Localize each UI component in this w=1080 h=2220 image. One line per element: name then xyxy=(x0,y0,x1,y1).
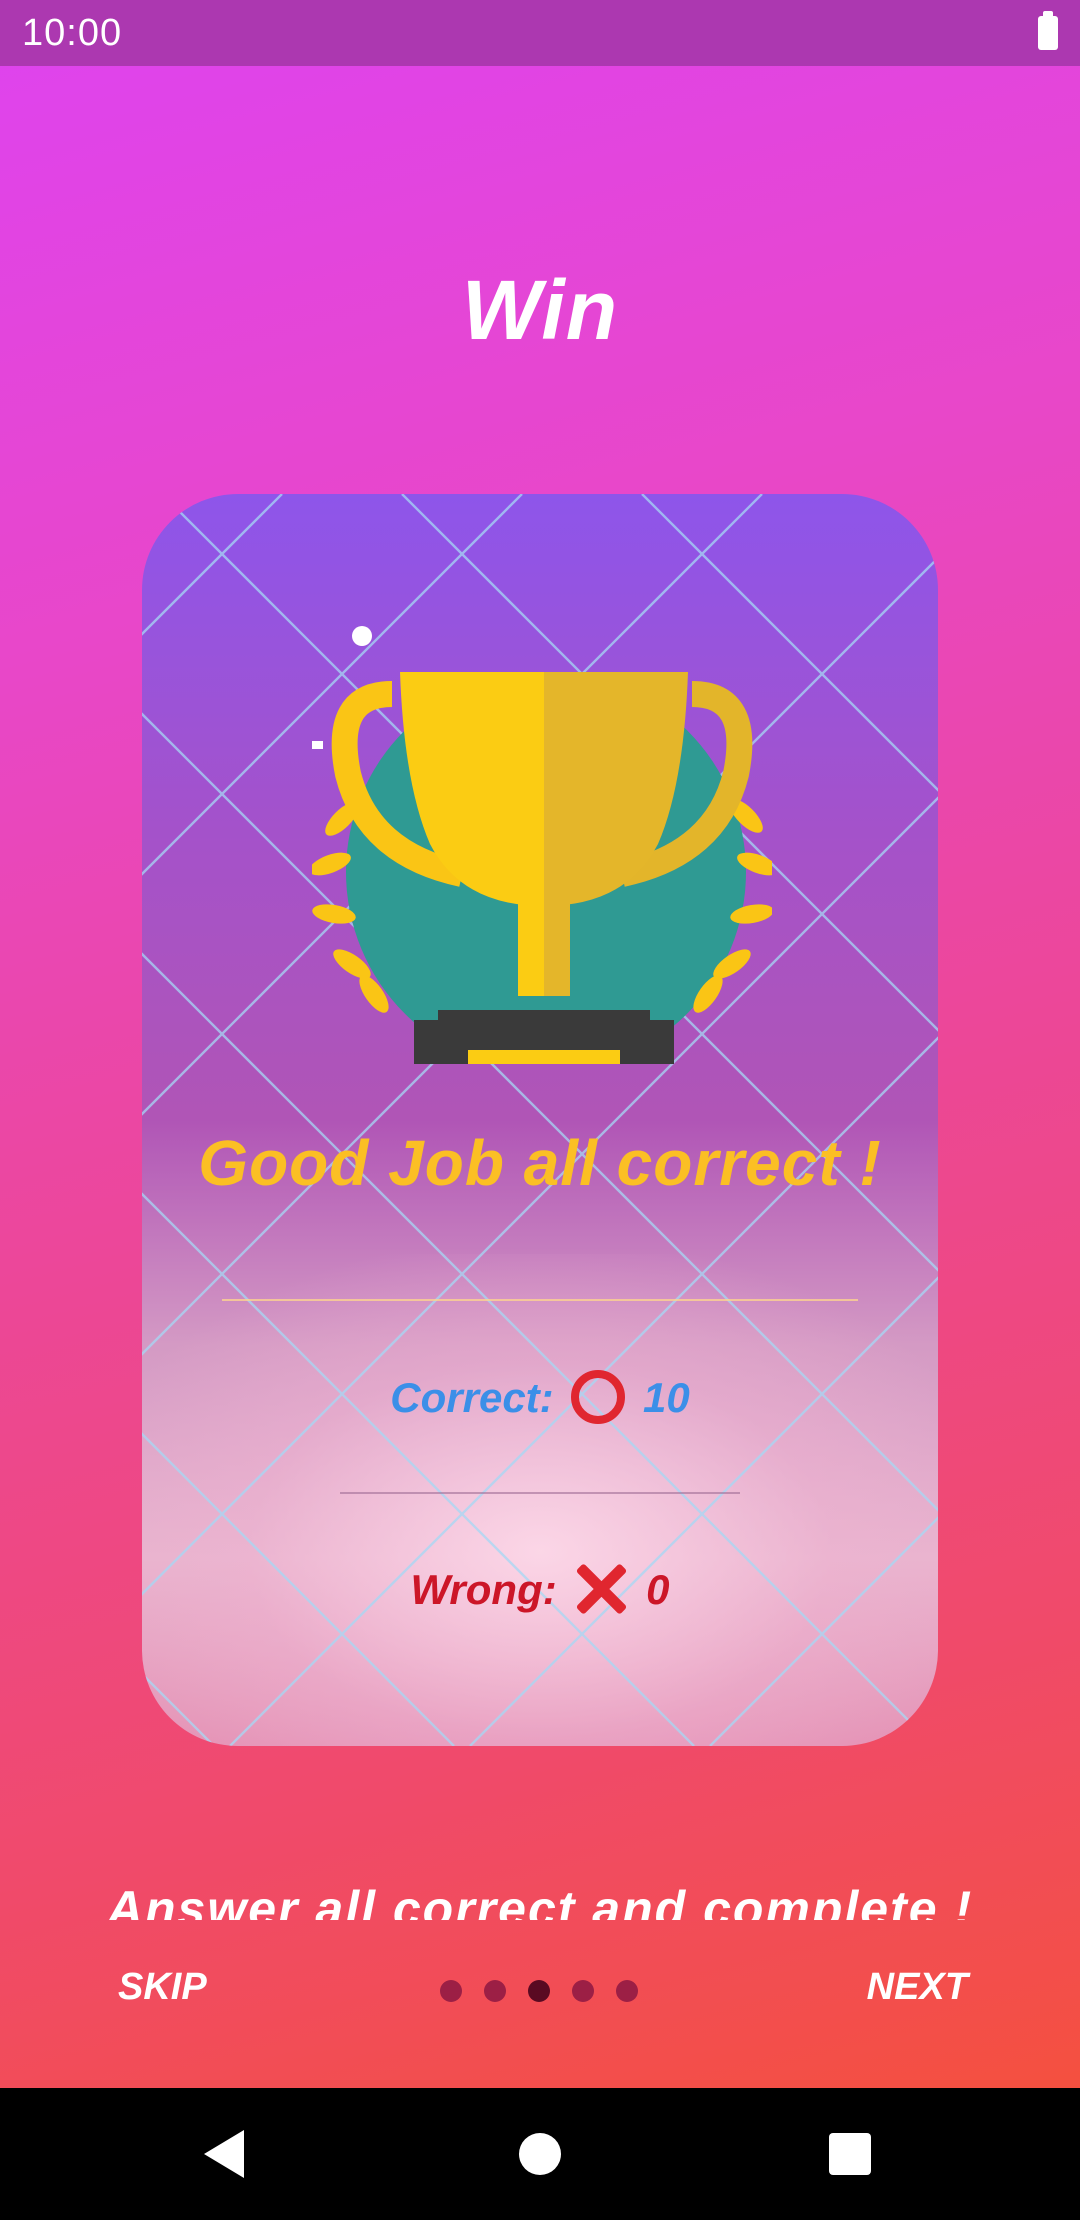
card-headline: Good Job all correct ! xyxy=(198,1127,882,1199)
next-button[interactable]: NEXT xyxy=(867,1966,968,2009)
status-time: 10:00 xyxy=(22,12,123,54)
system-navigation-bar xyxy=(0,2088,1080,2220)
wrong-label: Wrong: xyxy=(410,1566,557,1613)
result-card: Good Job all correct ! Correct: 10 Wrong… xyxy=(142,494,938,1746)
subtitle-clip: Answer all correct and complete ! xyxy=(0,1880,1080,1920)
cross-icon xyxy=(574,1562,628,1616)
battery-icon xyxy=(1038,11,1058,50)
recents-icon[interactable] xyxy=(829,2133,871,2175)
trophy-icon xyxy=(312,626,772,1064)
home-icon[interactable] xyxy=(519,2133,561,2175)
divider xyxy=(222,1299,858,1301)
divider xyxy=(340,1492,740,1494)
page-dot[interactable] xyxy=(616,1980,638,2002)
status-bar: 10:00 xyxy=(0,0,1080,66)
wrong-value: 0 xyxy=(646,1566,670,1613)
page-dot[interactable] xyxy=(440,1980,462,2002)
circle-icon xyxy=(571,1369,626,1424)
app-screen: 10:00 Win Good Job all correct ! Correct… xyxy=(0,0,1080,2088)
page-indicator xyxy=(440,1980,638,2002)
correct-label: Correct: xyxy=(390,1374,554,1421)
correct-value: 10 xyxy=(643,1374,690,1421)
onboarding-subtitle: Answer all correct and complete ! xyxy=(106,1881,974,1920)
page-dot-active[interactable] xyxy=(528,1980,550,2002)
page-dot[interactable] xyxy=(572,1980,594,2002)
page-dot[interactable] xyxy=(484,1980,506,2002)
skip-button[interactable]: SKIP xyxy=(118,1966,207,2009)
correct-count-row: Correct: 10 xyxy=(142,1369,938,1424)
page-title: Win xyxy=(461,263,619,357)
back-icon[interactable] xyxy=(204,2130,244,2178)
wrong-count-row: Wrong: 0 xyxy=(142,1566,938,1616)
